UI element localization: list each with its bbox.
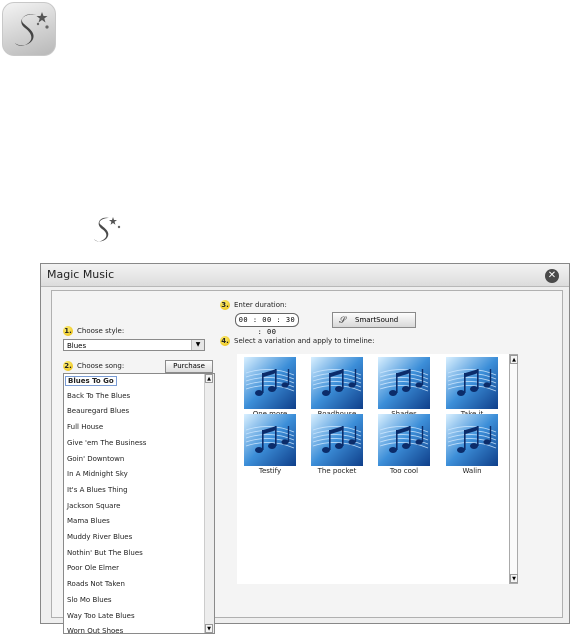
- song-list-scrollbar[interactable]: ▲ ▼: [204, 374, 214, 633]
- magic-music-window: Magic Music ✕ 1. Choose style: Blues ▼ 2.…: [40, 263, 570, 635]
- scroll-up-icon[interactable]: ▲: [205, 374, 213, 383]
- scroll-down-icon[interactable]: ▼: [510, 574, 518, 583]
- variation-thumbnail[interactable]: [378, 414, 430, 466]
- step-number-badge: 4.: [220, 336, 230, 346]
- music-notes-icon: [311, 357, 363, 409]
- variation-gallery: One more Roadhouse Shades Take i: [237, 354, 510, 584]
- variation-thumbnail[interactable]: [378, 357, 430, 409]
- song-list-item[interactable]: Mama Blues: [67, 517, 110, 525]
- song-list-item[interactable]: Back To The Blues: [67, 392, 130, 400]
- style-select[interactable]: Blues ▼: [63, 339, 205, 351]
- song-list-item[interactable]: Nothin' But The Blues: [67, 549, 143, 557]
- variation-label: Testify: [258, 467, 282, 475]
- variation-label: Walin: [462, 467, 482, 475]
- style-select-value: Blues: [67, 342, 87, 350]
- step-label: Enter duration:: [234, 301, 287, 309]
- song-list-item[interactable]: Poor Ole Elmer: [67, 564, 119, 572]
- music-notes-icon: [378, 414, 430, 466]
- song-list-item[interactable]: Way Too Late Blues: [67, 612, 135, 620]
- song-list-item[interactable]: It's A Blues Thing: [67, 486, 128, 494]
- song-list-item[interactable]: Worn Out Shoes: [67, 627, 123, 635]
- scroll-down-icon[interactable]: ▼: [205, 624, 213, 633]
- music-notes-icon: [378, 357, 430, 409]
- song-list-item[interactable]: Muddy River Blues: [67, 533, 132, 541]
- step-label: Choose style:: [77, 327, 125, 335]
- variation-thumbnail[interactable]: [244, 357, 296, 409]
- song-list-item[interactable]: Slo Mo Blues: [67, 596, 112, 604]
- duration-field[interactable]: 00 : 00 : 30 : 00: [235, 313, 299, 336]
- song-list: Blues To Go Back To The Blues Beauregard B…: [63, 373, 215, 635]
- variation-label: The pocket: [317, 467, 357, 475]
- song-list-item[interactable]: Goin' Downtown: [67, 455, 124, 463]
- scroll-up-icon[interactable]: ▲: [510, 355, 518, 364]
- gallery-scrollbar[interactable]: ▲ ▼: [509, 354, 518, 584]
- step-label: Choose song:: [77, 362, 125, 370]
- music-notes-icon: [244, 357, 296, 409]
- song-list-item[interactable]: Blues To Go: [65, 376, 117, 386]
- song-list-item[interactable]: In A Midnight Sky: [67, 470, 128, 478]
- step-number-badge: 2.: [63, 361, 73, 371]
- step-choose-style: 1. Choose style:: [63, 326, 124, 336]
- music-notes-icon: [446, 357, 498, 409]
- smartsound-button-label: SmartSound: [355, 316, 399, 324]
- step-choose-song: 2. Choose song:: [63, 361, 124, 371]
- variation-thumbnail[interactable]: [311, 357, 363, 409]
- variation-label: Too cool: [389, 467, 419, 475]
- step-number-badge: 3.: [220, 300, 230, 310]
- title-bar: Magic Music ✕: [41, 264, 569, 287]
- step-label: Select a variation and apply to timeline…: [234, 337, 375, 345]
- content-panel: 1. Choose style: Blues ▼ 2. Choose song: P…: [51, 290, 563, 635]
- song-list-item[interactable]: Roads Not Taken: [67, 580, 125, 588]
- window-title: Magic Music: [47, 268, 115, 281]
- variation-thumbnail[interactable]: [446, 414, 498, 466]
- music-notes-icon: [446, 414, 498, 466]
- close-icon[interactable]: ✕: [545, 269, 559, 283]
- step-enter-duration: 3. Enter duration:: [220, 300, 287, 310]
- variation-thumbnail[interactable]: [244, 414, 296, 466]
- song-list-item[interactable]: Full House: [67, 423, 103, 431]
- music-notes-icon: [311, 414, 363, 466]
- smartsound-button[interactable]: 𝓢 SmartSound: [332, 312, 416, 328]
- chevron-down-icon[interactable]: ▼: [191, 340, 204, 350]
- song-list-item[interactable]: Give 'em The Business: [67, 439, 146, 447]
- smartsound-logo-icon: 𝓢: [339, 316, 346, 326]
- variation-thumbnail[interactable]: [446, 357, 498, 409]
- purchase-button[interactable]: Purchase: [165, 360, 213, 373]
- song-list-item[interactable]: Jackson Square: [67, 502, 121, 510]
- step-select-variation: 4. Select a variation and apply to timeli…: [220, 336, 374, 346]
- smartsound-logo-icon: [2, 2, 56, 56]
- smartsound-logo-small-icon: [90, 213, 122, 251]
- music-notes-icon: [244, 414, 296, 466]
- song-list-item[interactable]: Beauregard Blues: [67, 407, 129, 415]
- variation-thumbnail[interactable]: [311, 414, 363, 466]
- step-number-badge: 1.: [63, 326, 73, 336]
